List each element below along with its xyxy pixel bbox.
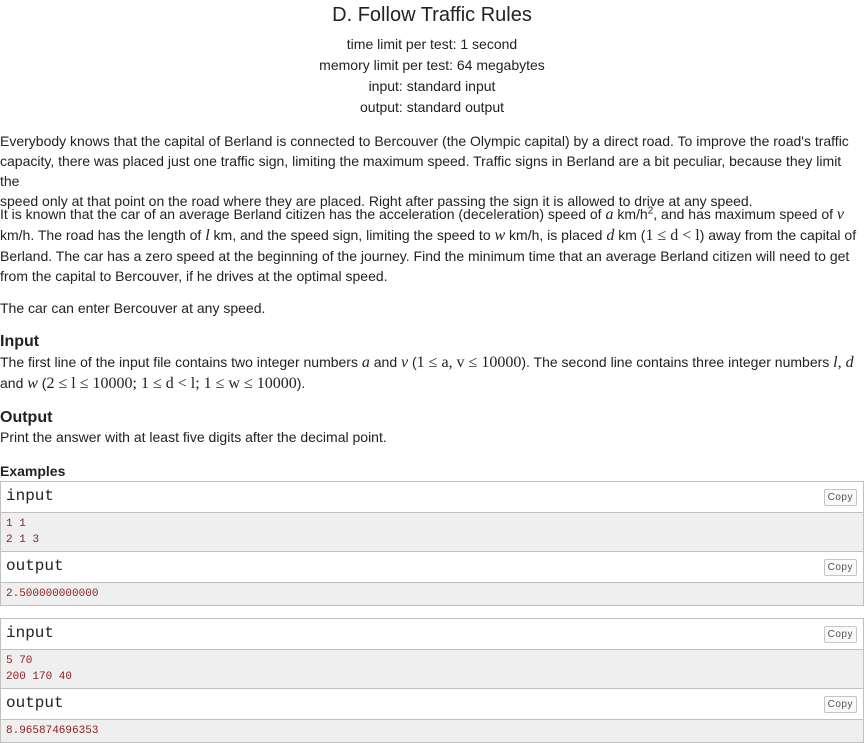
text-run: km ( (614, 227, 646, 243)
text-run: The first line of the input file contain… (0, 354, 362, 370)
example-output-label: output (6, 557, 64, 575)
text-run: It is known that the car of an average B… (0, 206, 606, 222)
input-file: input: standard input (368, 78, 496, 94)
example-input-header: input Copy (1, 619, 863, 650)
text-run: km/h. The road has the length of (0, 227, 206, 243)
math-variable: w (494, 227, 506, 244)
text-run: ( (408, 354, 417, 370)
memory-limit: memory limit per test: 64 megabytes (319, 57, 545, 73)
copy-button[interactable]: Copy (823, 559, 857, 576)
statement-line: from the capital to Bercouver, if he dri… (0, 268, 388, 284)
input-line: The first line of the input file contain… (0, 352, 854, 373)
output-file: output: standard output (360, 99, 504, 115)
statement-line: Everybody knows that the capital of Berl… (0, 133, 849, 149)
output-section-title: Output (0, 409, 53, 426)
statement-line: Berland. The car has a zero speed at the… (0, 248, 850, 264)
copy-button[interactable]: Copy (823, 626, 857, 643)
math-expression: 1 ≤ a, v ≤ 10000 (416, 354, 522, 371)
statement-paragraph-3: The car can enter Bercouver at any speed… (0, 300, 266, 316)
statement-paragraph-1: Everybody knows that the capital of Berl… (0, 131, 864, 211)
example-input-label: input (6, 624, 55, 642)
math-variable: w (27, 375, 38, 392)
text-run: ) away from the capital of (699, 227, 857, 243)
text-run: ). The second line contains three intege… (521, 354, 834, 370)
example-output-header: output Copy (1, 689, 863, 720)
text-run: , and has maximum speed of (653, 206, 837, 222)
time-limit: time limit per test: 1 second (346, 36, 518, 52)
problem-header: D. Follow Traffic Rules time limit per t… (0, 0, 864, 118)
text-run: km, and the speed sign, limiting the spe… (209, 227, 495, 243)
text-run: ). (296, 375, 306, 391)
example-input-label: input (6, 487, 55, 505)
text-run: and (369, 354, 401, 370)
text-run: km/h (613, 206, 648, 222)
math-variable: l, d (833, 354, 854, 371)
statement-line: capacity, there was placed just one traf… (0, 153, 842, 189)
copy-button[interactable]: Copy (823, 489, 857, 506)
example-block-2: input Copy 5 70 200 170 40 output Copy 8… (0, 618, 864, 743)
statement-paragraph-2: It is known that the car of an average B… (0, 204, 856, 286)
copy-button[interactable]: Copy (823, 696, 857, 713)
output-section-text: Print the answer with at least five digi… (0, 429, 387, 445)
example-input-content: 1 1 2 1 3 (1, 513, 863, 552)
example-input-content: 5 70 200 170 40 (1, 650, 863, 689)
text-run: km/h, is placed (505, 227, 607, 243)
example-output-content: 8.965874696353 (1, 720, 863, 742)
example-output-content: 2.500000000000 (1, 583, 863, 605)
example-block-1: input Copy 1 1 2 1 3 output Copy 2.50000… (0, 481, 864, 606)
input-section-title: Input (0, 333, 40, 350)
math-variable: v (836, 206, 845, 223)
example-input-header: input Copy (1, 482, 863, 513)
math-expression: 1 ≤ d < l (645, 227, 700, 244)
example-output-header: output Copy (1, 552, 863, 583)
problem-title: D. Follow Traffic Rules (332, 4, 532, 26)
statement-line: km/h. The road has the length of l km, a… (0, 225, 856, 246)
input-line: and w (2 ≤ l ≤ 10000; 1 ≤ d < l; 1 ≤ w ≤… (0, 373, 854, 394)
example-output-label: output (6, 694, 64, 712)
math-variable: a (361, 354, 370, 371)
examples-title: Examples (0, 463, 66, 479)
input-section-text: The first line of the input file contain… (0, 352, 854, 394)
statement-line: It is known that the car of an average B… (0, 204, 856, 225)
math-expression: 2 ≤ l ≤ 10000; 1 ≤ d < l; 1 ≤ w ≤ 10000 (46, 375, 297, 392)
text-run: and (0, 375, 28, 391)
